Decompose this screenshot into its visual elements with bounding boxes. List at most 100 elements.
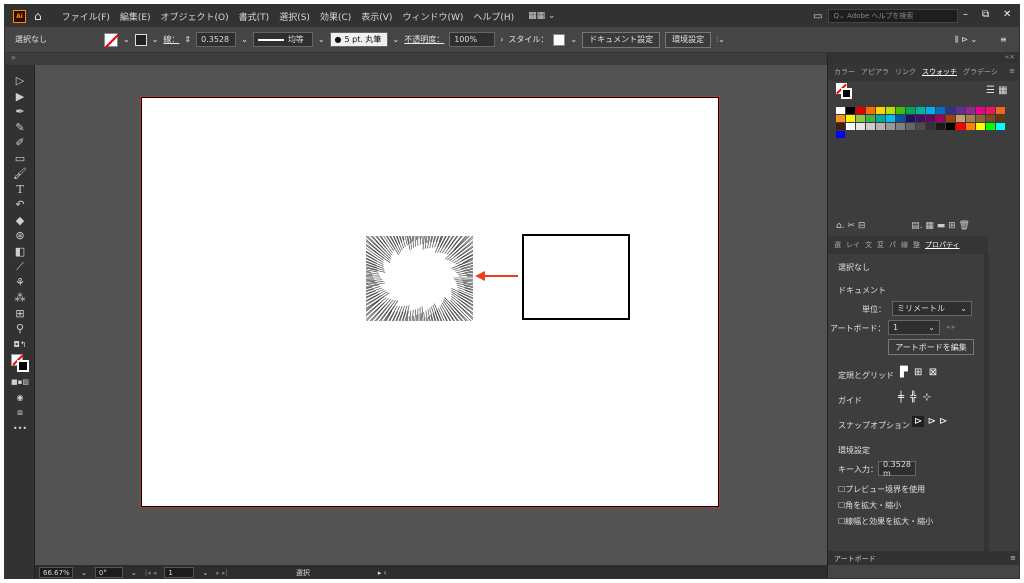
fill-stroke-icon[interactable]: [836, 83, 852, 99]
color-swatch[interactable]: [996, 107, 1005, 114]
color-swatch[interactable]: [936, 123, 945, 130]
tab-links[interactable]: リンク: [895, 67, 916, 77]
stepper-icon[interactable]: ⇕: [184, 35, 191, 44]
chevron-down-icon[interactable]: ⌄: [81, 569, 87, 577]
opacity-label[interactable]: 不透明度：: [404, 34, 444, 45]
chevron-down-icon[interactable]: ⌄: [318, 35, 325, 44]
color-swatch[interactable]: [886, 115, 895, 122]
color-swatch[interactable]: [956, 107, 965, 114]
align-icon[interactable]: ⫼ ⊳ ⌄: [955, 35, 977, 45]
color-swatch[interactable]: [986, 115, 995, 122]
color-swatch[interactable]: [966, 115, 975, 122]
ruler-grid-icons[interactable]: ▛ ⊞ ⊠: [900, 367, 937, 378]
tab-color[interactable]: カラー: [834, 67, 855, 77]
color-swatch[interactable]: [906, 115, 915, 122]
rectangle-shape[interactable]: [522, 234, 630, 320]
color-swatch[interactable]: [906, 107, 915, 114]
color-swatch[interactable]: [966, 123, 975, 130]
tab-text[interactable]: 文: [865, 240, 872, 250]
color-swatch[interactable]: [866, 123, 875, 130]
color-swatch[interactable]: [886, 107, 895, 114]
color-swatch[interactable]: [866, 115, 875, 122]
tab-properties[interactable]: プロパティ: [925, 240, 960, 250]
color-swatch[interactable]: [846, 115, 855, 122]
menu-window[interactable]: ウィンドウ(W): [402, 10, 463, 23]
tab-transform[interactable]: 変: [877, 240, 884, 250]
color-swatch[interactable]: [836, 115, 845, 122]
color-swatch[interactable]: [976, 107, 985, 114]
color-swatch[interactable]: [896, 123, 905, 130]
menu-view[interactable]: 表示(V): [361, 10, 392, 23]
edit-toolbar-button[interactable]: •••: [5, 421, 35, 437]
artboard[interactable]: [140, 96, 720, 508]
color-swatch[interactable]: [876, 107, 885, 114]
arrange-documents-icon[interactable]: ▭: [813, 11, 822, 22]
color-swatch[interactable]: [946, 107, 955, 114]
artboard-number[interactable]: 1: [164, 567, 195, 578]
swatch-actions[interactable]: ⌂. ✂ ⊟ ▤. ▦ ▬ ⊞ 🗑: [836, 221, 970, 231]
color-swatch[interactable]: [996, 123, 1005, 130]
preview-bounds-checkbox[interactable]: ☐プレビュー境界を使用: [838, 484, 925, 495]
swap-fill-stroke-icon[interactable]: ◘↰: [5, 337, 35, 353]
rotate-tool-icon[interactable]: ↶: [5, 197, 35, 213]
stroke-label[interactable]: 線：: [163, 34, 179, 45]
rectangle-tool-icon[interactable]: ▭: [5, 151, 35, 167]
edit-artboard-button[interactable]: アートボードを編集: [888, 339, 974, 355]
status-arrow-icon[interactable]: ▸ ‹: [378, 569, 387, 577]
scale-corners-checkbox[interactable]: ☐角を拡大・縮小: [838, 500, 901, 511]
panel-menu-icon[interactable]: ≡: [1009, 67, 1015, 77]
restore-button[interactable]: ⧉: [982, 9, 989, 20]
color-swatch[interactable]: [916, 115, 925, 122]
type-tool-icon[interactable]: T: [5, 182, 35, 198]
unit-dropdown[interactable]: ミリメートル ⌄: [892, 301, 972, 316]
chevron-down-icon[interactable]: ⌄: [152, 35, 159, 44]
chevron-down-icon[interactable]: ⌄: [241, 35, 248, 44]
color-swatch[interactable]: [986, 107, 995, 114]
color-swatch[interactable]: [936, 107, 945, 114]
color-swatch[interactable]: [836, 123, 845, 130]
color-swatch[interactable]: [956, 115, 965, 122]
minimize-button[interactable]: –: [963, 9, 968, 20]
variable-width-profile[interactable]: 均等: [252, 32, 313, 47]
chevron-down-icon[interactable]: ⌄: [202, 569, 208, 577]
rotation-view[interactable]: 0°: [94, 567, 123, 578]
color-swatch[interactable]: [956, 123, 965, 130]
color-swatch[interactable]: [846, 123, 855, 130]
chevron-down-icon[interactable]: ⌄: [393, 35, 400, 44]
artboard-nav-icon[interactable]: ◂ ▸: [946, 323, 955, 331]
chevron-down-icon[interactable]: ⌄: [123, 35, 130, 44]
zoom-tool-icon[interactable]: ⚲: [5, 321, 35, 337]
preferences-button[interactable]: 環境設定: [665, 31, 712, 48]
help-search-input[interactable]: Q⌄ Adobe ヘルプを検索: [828, 9, 959, 23]
key-input-field[interactable]: 0.3528 m: [878, 460, 916, 478]
paintbrush-tool-icon[interactable]: 🖌: [5, 166, 35, 182]
home-icon[interactable]: ⌂: [34, 9, 42, 23]
color-swatch[interactable]: [886, 123, 895, 130]
color-swatch[interactable]: [926, 115, 935, 122]
tab-layers[interactable]: レイ: [846, 240, 860, 250]
symbol-sprayer-icon[interactable]: ⁂: [5, 290, 35, 306]
zoom-level[interactable]: 66.67%: [39, 567, 73, 578]
menu-file[interactable]: ファイル(F): [62, 10, 110, 23]
fill-stroke-icon[interactable]: [5, 352, 35, 374]
list-view-icon[interactable]: ☰ ▦: [986, 85, 1008, 96]
menu-help[interactable]: ヘルプ(H): [473, 10, 514, 23]
color-swatch[interactable]: [976, 115, 985, 122]
color-swatch[interactable]: [936, 115, 945, 122]
guide-icons[interactable]: ╪ ╬ ⊹: [898, 392, 931, 403]
tab-appearance[interactable]: アピアラ: [861, 67, 889, 77]
tab-stroke[interactable]: 線: [901, 240, 908, 250]
last-artboard-icon[interactable]: ▸ ▸|: [216, 569, 228, 577]
artboard-tool-icon[interactable]: ⊞: [5, 306, 35, 322]
color-swatch[interactable]: [926, 123, 935, 130]
screen-mode-icon[interactable]: ⧈: [5, 405, 35, 421]
color-swatch[interactable]: [946, 115, 955, 122]
direct-selection-tool-icon[interactable]: ▶: [5, 89, 35, 105]
workspace-switcher[interactable]: ▦▦ ⌄: [528, 11, 555, 21]
panel-menu-icon[interactable]: ≡: [1000, 35, 1007, 44]
menu-select[interactable]: 選択(S): [279, 10, 310, 23]
stroke-swatch[interactable]: [134, 33, 147, 46]
opacity-input[interactable]: 100%: [449, 32, 496, 47]
chevron-right-icon[interactable]: ›: [500, 35, 503, 44]
tab-select[interactable]: 選: [834, 240, 841, 250]
